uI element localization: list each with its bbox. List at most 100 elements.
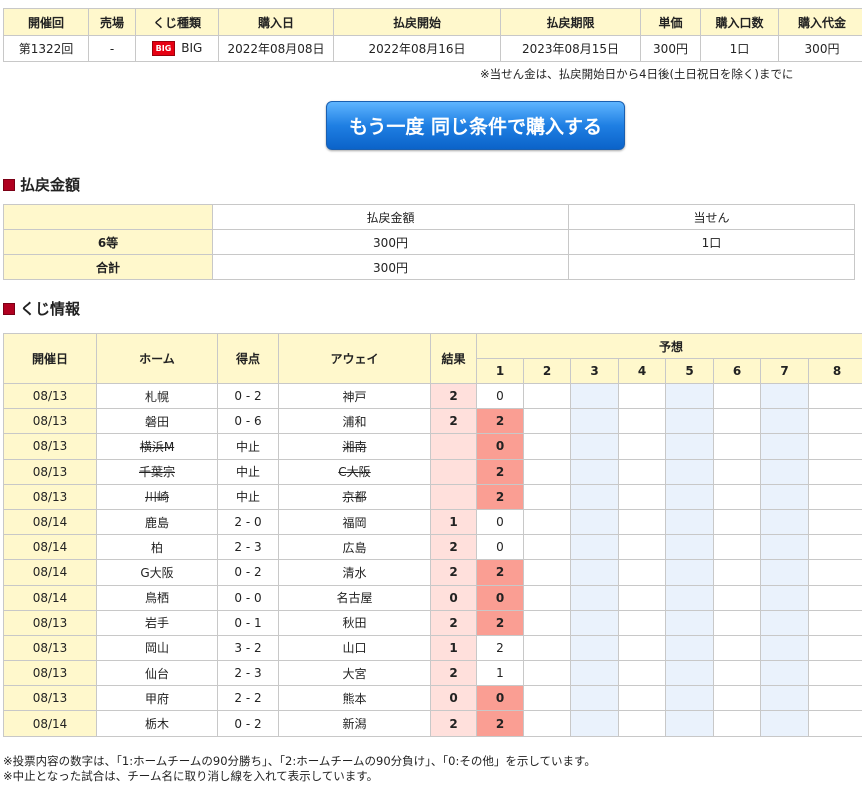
prediction-empty-cell [570, 609, 619, 636]
prediction-col-header: 8 [807, 358, 862, 384]
home-team: 鳥栖 [96, 584, 218, 611]
col-header-score: 得点 [217, 333, 279, 384]
payout-grade-label: 6等 [3, 229, 213, 255]
payout-grade-amount: 300円 [212, 229, 569, 255]
prediction-empty-cell [523, 534, 571, 561]
prediction-empty-cell [713, 433, 761, 460]
prediction-empty-cell [760, 382, 809, 410]
prediction-empty-cell [618, 710, 666, 737]
prediction-empty-cell [760, 634, 809, 662]
match-result [430, 483, 477, 510]
home-team-name: 鹿島 [144, 515, 169, 530]
match-result: 2 [430, 534, 477, 561]
prediction-empty-cell [523, 660, 571, 687]
home-team: G大阪 [96, 559, 218, 586]
match-result: 1 [430, 634, 477, 662]
footnotes: ※投票内容の数字は、「1:ホームチームの90分勝ち」、「2:ホームチームの90分… [3, 754, 596, 784]
home-team-name: 川崎 [144, 490, 169, 505]
home-team-name: G大阪 [140, 565, 174, 580]
prediction-empty-cell [665, 534, 714, 561]
match-score: 中止 [217, 458, 279, 485]
prediction-empty-cell [523, 433, 571, 460]
prediction-empty-cell [807, 382, 862, 410]
prediction-empty-cell [523, 483, 571, 510]
prediction-empty-cell [618, 483, 666, 510]
section-marker-icon [3, 178, 15, 191]
payout-grade-count: 1口 [568, 229, 855, 255]
prediction-empty-cell [618, 408, 666, 435]
prediction-col-header: 2 [523, 358, 571, 384]
match-score: 3 - 2 [217, 634, 279, 662]
match-row: 08/13 磐田 0 - 6 浦和 2 2 [3, 408, 862, 435]
away-team: 新潟 [278, 710, 431, 737]
prediction-empty-cell [807, 710, 862, 737]
prediction-cell: 2 [476, 634, 524, 662]
prediction-empty-cell [807, 584, 862, 611]
prediction-empty-cell [618, 609, 666, 636]
match-row: 08/13 川崎 中止 京都 2 [3, 483, 862, 510]
prediction-empty-cell [665, 634, 714, 662]
prediction-empty-cell [570, 433, 619, 460]
payout-title-text: 払戻金額 [20, 176, 81, 194]
match-row: 08/14 栃木 0 - 2 新潟 2 2 [3, 710, 862, 737]
home-team-name: 岡山 [144, 641, 169, 656]
col-header-result: 結果 [430, 333, 477, 384]
away-team-name: 湘南 [342, 439, 367, 454]
match-score: 中止 [217, 433, 279, 460]
prediction-empty-cell [665, 710, 714, 737]
prediction-empty-cell [760, 433, 809, 460]
prediction-empty-cell [665, 483, 714, 510]
match-result: 1 [430, 508, 477, 536]
prediction-empty-cell [570, 382, 619, 410]
payout-total-row: 合計 300円 [3, 254, 855, 280]
col-header-away: アウェイ [278, 333, 431, 384]
match-date: 08/14 [3, 534, 97, 561]
away-team: 名古屋 [278, 584, 431, 611]
prediction-empty-cell [713, 559, 761, 586]
prediction-cell: 0 [476, 534, 524, 561]
away-team-name: 山口 [342, 641, 367, 656]
prediction-empty-cell [807, 534, 862, 561]
prediction-empty-cell [570, 660, 619, 687]
match-row: 08/13 甲府 2 - 2 熊本 0 0 [3, 685, 862, 712]
match-result: 0 [430, 584, 477, 611]
prediction-col-header: 4 [618, 358, 666, 384]
match-score: 2 - 3 [217, 660, 279, 687]
match-result [430, 458, 477, 485]
home-team-name: 甲府 [144, 691, 169, 706]
purchase-row: 第1322回 - BIG BIG 2022年08月08日 2022年08月16日 … [3, 35, 862, 62]
col-header-purchase-date: 購入日 [218, 8, 334, 36]
match-result: 2 [430, 408, 477, 435]
section-marker-icon [3, 302, 15, 315]
match-date: 08/13 [3, 609, 97, 636]
rebuy-button[interactable]: もう一度 同じ条件で購入する [326, 101, 625, 150]
prediction-empty-cell [523, 458, 571, 485]
payout-section-title: 払戻金額 [3, 174, 80, 195]
prediction-empty-cell [760, 458, 809, 485]
away-team: 大宮 [278, 660, 431, 687]
home-team: 川崎 [96, 483, 218, 510]
payout-header-row: 払戻金額 当せん [3, 204, 855, 230]
match-score: 0 - 0 [217, 584, 279, 611]
info-title-text: くじ情報 [20, 300, 81, 318]
away-team-name: 新潟 [342, 717, 367, 732]
prediction-cell: 1 [476, 660, 524, 687]
prediction-empty-cell [713, 660, 761, 687]
away-team-name: 名古屋 [336, 591, 373, 606]
match-date: 08/13 [3, 458, 97, 485]
away-team: C大阪 [278, 458, 431, 485]
prediction-empty-cell [760, 710, 809, 737]
prediction-cell: 2 [476, 609, 524, 636]
prediction-empty-cell [760, 685, 809, 712]
footnote-prediction-legend: ※投票内容の数字は、「1:ホームチームの90分勝ち」、「2:ホームチームの90分… [3, 754, 596, 768]
away-team-name: 大宮 [342, 666, 367, 681]
shop-cell: - [88, 35, 136, 62]
prediction-empty-cell [760, 408, 809, 435]
match-row: 08/14 G大阪 0 - 2 清水 2 2 [3, 559, 862, 586]
big-logo-icon: BIG [151, 41, 176, 56]
payout-total-amount: 300円 [212, 254, 569, 280]
col-header-units: 購入口数 [700, 8, 779, 36]
match-row: 08/13 千葉宗 中止 C大阪 2 [3, 458, 862, 485]
match-result: 2 [430, 710, 477, 737]
payout-table: 払戻金額 当せん 6等 300円 1口 合計 300円 [3, 204, 855, 280]
